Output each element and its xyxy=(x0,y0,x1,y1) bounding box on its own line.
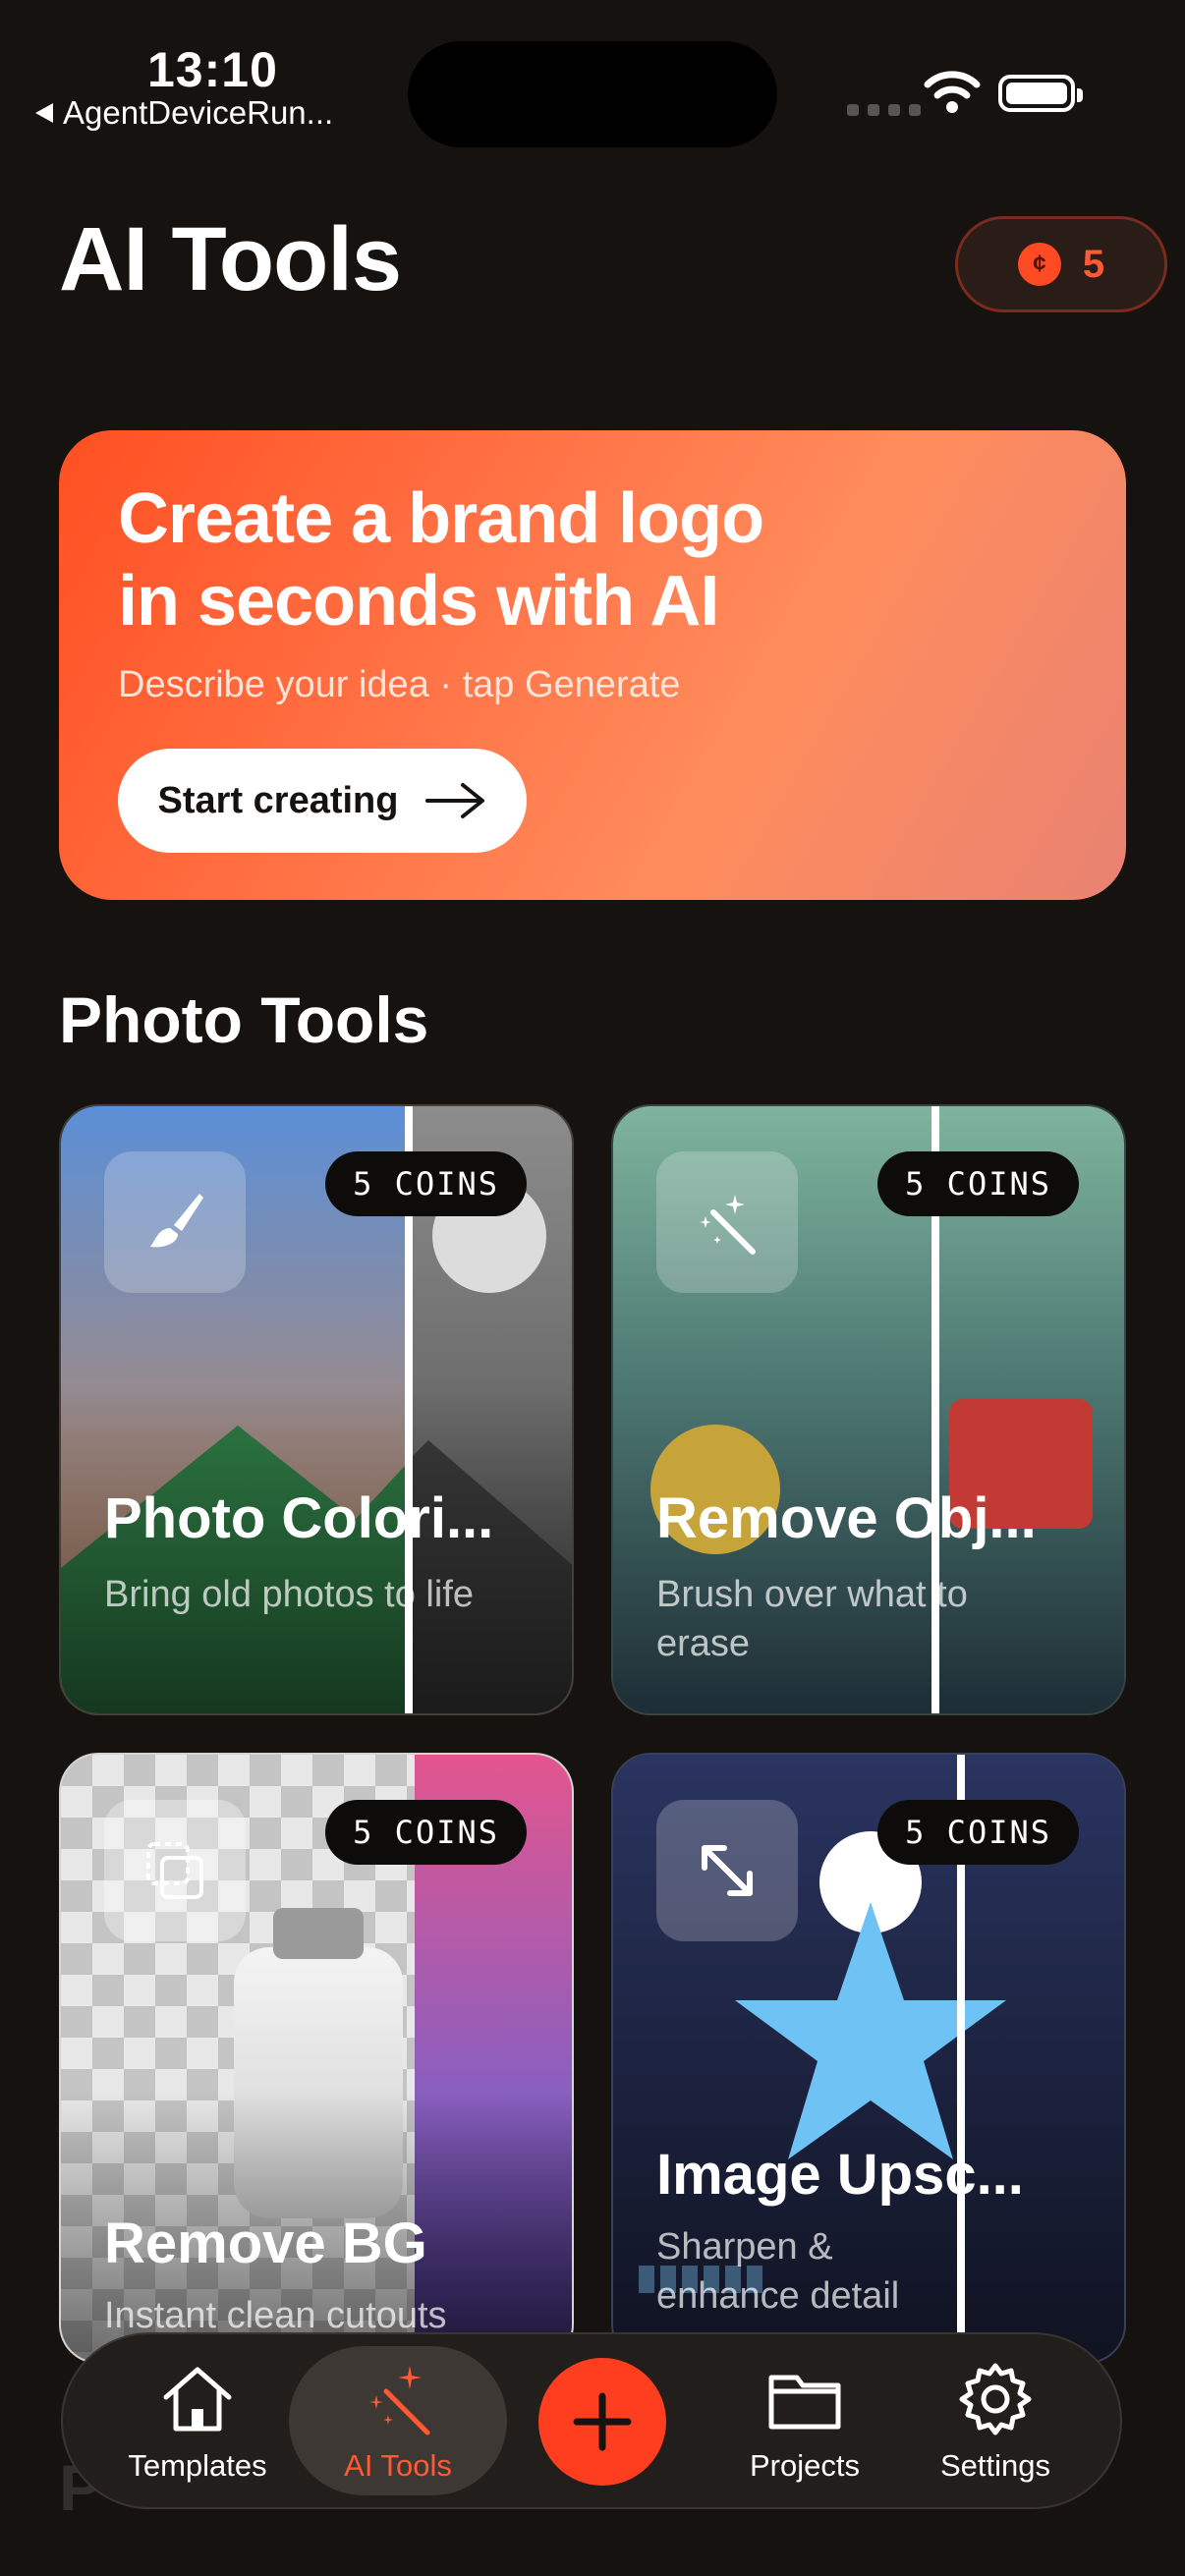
coin-balance-button[interactable]: ¢ 5 xyxy=(955,216,1167,312)
magic-wand-icon xyxy=(369,2366,430,2436)
paintbrush-icon xyxy=(150,1194,203,1248)
tool-description: Bring old photos to life xyxy=(104,1574,475,1615)
tab-templates-label: Templates xyxy=(128,2448,267,2483)
tab-projects[interactable]: Projects xyxy=(721,2334,888,2507)
tool-card-remove-object[interactable]: 5 COINS Remove Obj... Brush over what to… xyxy=(611,1104,1126,1715)
promo-banner[interactable]: Create a brand logo in seconds with AI D… xyxy=(59,430,1126,900)
layers-cutout-icon xyxy=(146,1842,203,1899)
cost-badge: 5 COINS xyxy=(877,1151,1079,1216)
back-to-app-link[interactable]: AgentDeviceRun... xyxy=(35,94,333,132)
tool-description: Brush over what to erase xyxy=(656,1574,968,1664)
dynamic-island xyxy=(408,41,777,147)
cellular-signal-icon xyxy=(847,104,921,116)
start-creating-label: Start creating xyxy=(157,779,399,821)
tool-title: Photo Colori... xyxy=(104,1486,494,1550)
tool-card-image-upscale[interactable]: 5 COINS Image Upsc... Sharpen & enhance … xyxy=(611,1753,1126,2364)
start-creating-button[interactable]: Start creating xyxy=(118,749,527,853)
page-title: AI Tools xyxy=(59,209,402,309)
tool-title: Remove Obj... xyxy=(656,1486,1037,1550)
create-new-button[interactable] xyxy=(538,2358,666,2486)
back-arrow-icon xyxy=(35,103,53,123)
tab-templates[interactable]: Templates xyxy=(114,2334,281,2507)
tool-icon-box xyxy=(104,1151,246,1293)
cost-badge: 5 COINS xyxy=(877,1800,1079,1865)
folder-icon xyxy=(768,2375,841,2430)
tool-description: Sharpen & enhance detail xyxy=(656,2226,900,2317)
expand-arrows-icon xyxy=(702,1845,753,1896)
tool-title: Image Upsc... xyxy=(656,2143,1024,2207)
plus-icon xyxy=(573,2392,632,2451)
tab-ai-tools-label: AI Tools xyxy=(344,2448,452,2483)
tab-settings[interactable]: Settings xyxy=(912,2334,1079,2507)
cost-badge: 5 COINS xyxy=(325,1151,527,1216)
status-time: 13:10 xyxy=(147,42,278,97)
magic-wand-icon xyxy=(700,1195,756,1255)
gear-icon xyxy=(959,2363,1032,2436)
coin-count: 5 xyxy=(1082,242,1105,286)
banner-subtitle: Describe your idea · tap Generate xyxy=(118,664,681,705)
tool-icon-box xyxy=(656,1800,798,1941)
banner-title-line2: in seconds with AI xyxy=(118,562,719,641)
cost-badge: 5 COINS xyxy=(325,1800,527,1865)
section-title-photo-tools: Photo Tools xyxy=(59,983,429,1056)
tab-ai-tools[interactable]: AI Tools xyxy=(314,2334,481,2507)
coin-icon: ¢ xyxy=(1017,243,1061,286)
tool-title: Remove BG xyxy=(104,2212,427,2275)
banner-title: Create a brand logo in seconds with AI xyxy=(118,477,1002,643)
arrow-right-icon xyxy=(425,783,485,818)
home-icon xyxy=(163,2367,232,2432)
tool-icon-box xyxy=(656,1151,798,1293)
tool-card-remove-bg[interactable]: 5 COINS Remove BG Instant clean cutouts xyxy=(59,1753,574,2364)
banner-title-line1: Create a brand logo xyxy=(118,479,764,558)
tool-icon-box xyxy=(104,1800,246,1941)
tab-projects-label: Projects xyxy=(750,2448,860,2483)
wifi-icon xyxy=(924,71,981,113)
back-app-label: AgentDeviceRun... xyxy=(63,94,334,131)
tool-card-photo-colorize[interactable]: 5 COINS Photo Colori... Bring old photos… xyxy=(59,1104,574,1715)
battery-icon xyxy=(998,75,1083,112)
bottom-tab-bar: Templates AI Tools Projects Settings xyxy=(61,2332,1122,2509)
tab-settings-label: Settings xyxy=(939,2448,1050,2483)
